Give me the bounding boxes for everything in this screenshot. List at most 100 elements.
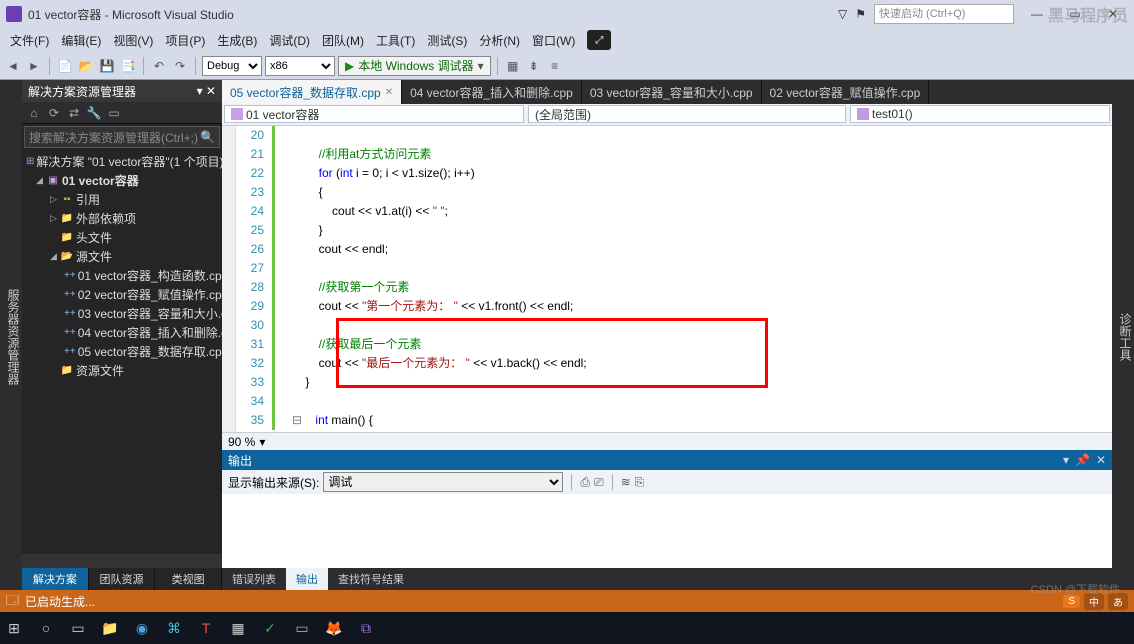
minimize-button[interactable]: — <box>1022 7 1052 21</box>
ime-chip[interactable]: あ <box>1108 593 1128 610</box>
vs-logo-icon <box>6 6 22 22</box>
menu-view[interactable]: 视图(V) <box>107 30 159 51</box>
platform-select[interactable]: x86 <box>265 56 335 76</box>
run-button[interactable]: ▶本地 Windows 调试器▾ <box>338 56 491 76</box>
undo-icon[interactable]: ↶ <box>150 57 168 75</box>
tool-icon[interactable]: ▦ <box>504 57 522 75</box>
ime-icon[interactable]: S <box>1063 595 1080 608</box>
app-icon[interactable]: ▭ <box>290 620 314 637</box>
save-all-icon[interactable]: 📑 <box>119 57 137 75</box>
start-icon[interactable]: ⊞ <box>2 620 26 637</box>
tree-file: ++02 vector容器_赋值操作.cpp <box>22 285 222 304</box>
window-title: 01 vector容器 - Microsoft Visual Studio <box>28 6 234 23</box>
show-all-icon[interactable]: ▭ <box>106 105 122 121</box>
close-button[interactable]: ✕ <box>1098 7 1128 21</box>
bottom-tab-find[interactable]: 查找符号结果 <box>328 568 414 590</box>
refresh-icon[interactable]: ⟳ <box>46 105 62 121</box>
zoom-display[interactable]: 90 %▾ <box>222 432 1112 450</box>
scrollbar[interactable] <box>22 554 222 568</box>
solution-explorer: 解决方案资源管理器▾ ✕ ⌂ ⟳ ⇄ 🔧 ▭ 搜索解决方案资源管理器(Ctrl+… <box>22 80 222 590</box>
solution-search-input[interactable]: 搜索解决方案资源管理器(Ctrl+;)🔍 <box>24 126 220 148</box>
file-tab[interactable]: 02 vector容器_赋值操作.cpp <box>762 80 930 104</box>
right-toolwindow-strip[interactable]: 诊断工具 <box>1112 80 1134 590</box>
feedback-icon[interactable]: ⚑ <box>855 7 866 21</box>
toolbar: ◄ ► 📄 📂 💾 📑 ↶ ↷ Debug x86 ▶本地 Windows 调试… <box>0 52 1134 80</box>
menu-project[interactable]: 项目(P) <box>159 30 211 51</box>
auto-hide-icon[interactable]: 📌 <box>1075 453 1090 467</box>
output-tool-icon[interactable]: ⎘ <box>635 475 645 490</box>
output-body[interactable] <box>222 494 1112 568</box>
redo-icon[interactable]: ↷ <box>171 57 189 75</box>
new-file-icon[interactable]: 📄 <box>56 57 74 75</box>
solution-tree[interactable]: ⊞解决方案 "01 vector容器"(1 个项目) ◢▣01 vector容器… <box>22 150 222 554</box>
scope-function[interactable]: test01() <box>850 105 1110 123</box>
explorer-icon[interactable]: 📁 <box>98 620 122 637</box>
close-tab-icon[interactable]: ✕ <box>385 87 393 98</box>
tree-file: ++05 vector容器_数据存取.cpp <box>22 342 222 361</box>
sync-icon[interactable]: ⇄ <box>66 105 82 121</box>
save-icon[interactable]: 💾 <box>98 57 116 75</box>
menu-debug[interactable]: 调试(D) <box>263 30 316 51</box>
left-toolwindow-strip[interactable]: 服务器资源管理器工具箱 <box>0 80 22 590</box>
bottom-tab-output[interactable]: 输出 <box>286 568 328 590</box>
app-icon[interactable]: T <box>194 620 218 636</box>
menu-build[interactable]: 生成(B) <box>211 30 263 51</box>
change-marker <box>272 126 275 430</box>
play-icon: ▶ <box>345 59 354 73</box>
tool-icon[interactable]: ⇟ <box>525 57 543 75</box>
open-file-icon[interactable]: 📂 <box>77 57 95 75</box>
output-tool-icon[interactable]: ⎚ <box>594 475 604 490</box>
output-tool-icon[interactable]: ≋ <box>621 475 631 489</box>
menu-team[interactable]: 团队(M) <box>316 30 370 51</box>
home-icon[interactable]: ⌂ <box>26 105 42 121</box>
recording-icon: ⤢ <box>587 30 611 50</box>
status-text: 已启动生成... <box>25 593 95 610</box>
titlebar: 01 vector容器 - Microsoft Visual Studio ▽ … <box>0 0 1134 28</box>
quicklaunch-input[interactable]: 快速启动 (Ctrl+Q) <box>874 4 1014 24</box>
code-editor[interactable]: 20212223242526272829303132333435 //利用at方… <box>222 126 1112 432</box>
output-panel: 输出▾📌✕ 显示输出来源(S): 调试 ⎙ ⎚ ≋ ⎘ 错误列表 输出 查找符号… <box>222 450 1112 590</box>
tree-file: ++01 vector容器_构造函数.cpp <box>22 266 222 285</box>
menu-tools[interactable]: 工具(T) <box>370 30 421 51</box>
menu-window[interactable]: 窗口(W) <box>526 30 581 51</box>
config-select[interactable]: Debug <box>202 56 262 76</box>
ime-chip[interactable]: 中 <box>1084 593 1104 610</box>
app-icon[interactable]: ⌘ <box>162 620 186 637</box>
app-icon[interactable]: 🦊 <box>322 620 346 637</box>
scope-global[interactable]: (全局范围) <box>528 105 846 123</box>
bottom-tab-errors[interactable]: 错误列表 <box>222 568 286 590</box>
file-tab[interactable]: 03 vector容器_容量和大小.cpp <box>582 80 762 104</box>
marker-strip <box>222 126 236 432</box>
file-tab[interactable]: 05 vector容器_数据存取.cpp✕ <box>222 80 402 104</box>
panel-close-icon[interactable]: ✕ <box>1096 453 1106 467</box>
app-icon[interactable]: ◉ <box>130 620 154 637</box>
app-icon[interactable]: ✓ <box>258 620 282 637</box>
menu-test[interactable]: 测试(S) <box>421 30 473 51</box>
file-tab[interactable]: 04 vector容器_插入和删除.cpp <box>402 80 582 104</box>
output-source-label: 显示输出来源(S): <box>228 474 319 491</box>
app-icon[interactable]: ▦ <box>226 620 250 637</box>
vs-icon[interactable]: ⧉ <box>354 620 378 637</box>
line-gutter: 20212223242526272829303132333435 <box>236 126 272 432</box>
scope-project[interactable]: 01 vector容器 <box>224 105 524 123</box>
panel-tab-team[interactable]: 团队资源管... <box>89 568 156 590</box>
pin-icon[interactable]: ▾ <box>1063 453 1069 467</box>
taskview-icon[interactable]: ▭ <box>66 620 90 637</box>
panel-tab-solution[interactable]: 解决方案资... <box>22 568 89 590</box>
nav-fwd-icon[interactable]: ► <box>25 57 43 75</box>
cortana-icon[interactable]: ○ <box>34 620 58 636</box>
panel-dropdown-icon[interactable]: ▾ ✕ <box>197 84 216 98</box>
maximize-button[interactable]: ▭ <box>1060 7 1090 21</box>
editor-area: 05 vector容器_数据存取.cpp✕ 04 vector容器_插入和删除.… <box>222 80 1112 590</box>
menu-analyze[interactable]: 分析(N) <box>473 30 526 51</box>
notification-icon[interactable]: ▽ <box>838 7 847 21</box>
nav-back-icon[interactable]: ◄ <box>4 57 22 75</box>
panel-tab-classview[interactable]: 类视图 <box>155 568 222 590</box>
task-icon: 🗔 <box>6 591 19 612</box>
output-source-select[interactable]: 调试 <box>323 472 563 492</box>
menu-edit[interactable]: 编辑(E) <box>55 30 107 51</box>
menu-file[interactable]: 文件(F) <box>4 30 55 51</box>
tool-icon[interactable]: ≡ <box>546 57 564 75</box>
properties-icon[interactable]: 🔧 <box>86 105 102 121</box>
output-tool-icon[interactable]: ⎙ <box>580 475 590 490</box>
